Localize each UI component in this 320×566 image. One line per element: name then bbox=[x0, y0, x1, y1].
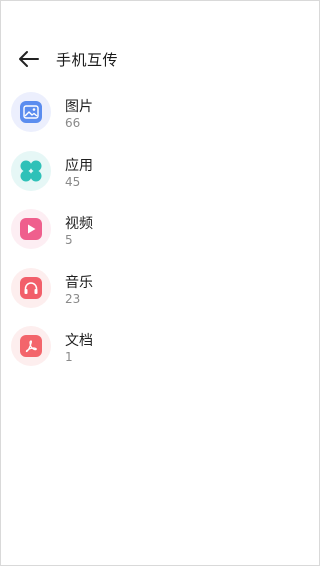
category-label: 音乐 bbox=[65, 274, 93, 291]
category-label: 图片 bbox=[65, 99, 93, 115]
play-icon bbox=[20, 218, 42, 240]
category-label: 视频 bbox=[65, 216, 93, 232]
category-count: 1 bbox=[65, 350, 73, 364]
icon-background bbox=[11, 209, 51, 249]
category-count: 66 bbox=[65, 116, 81, 130]
image-icon bbox=[20, 101, 42, 123]
category-list: 图片 66 应用 45 视频 5 音乐 23 文档 1 bbox=[1, 88, 319, 381]
pdf-icon bbox=[20, 335, 42, 357]
page-title: 手机互传 bbox=[56, 51, 119, 69]
category-label: 应用 bbox=[65, 157, 93, 174]
category-label: 文档 bbox=[65, 333, 93, 349]
category-item-videos[interactable]: 视频 5 bbox=[1, 205, 319, 264]
phone-screen: 手机互传 图片 66 应用 45 视频 5 音乐 23 文档 1 bbox=[0, 0, 320, 566]
icon-background bbox=[11, 326, 51, 366]
icon-background bbox=[11, 267, 51, 308]
category-item-images[interactable]: 图片 66 bbox=[1, 88, 319, 147]
headphones-icon bbox=[20, 276, 42, 299]
icon-background bbox=[11, 92, 51, 132]
icon-background bbox=[11, 150, 51, 191]
category-count: 23 bbox=[65, 291, 81, 306]
category-item-apps[interactable]: 应用 45 bbox=[1, 147, 319, 206]
category-item-documents[interactable]: 文档 1 bbox=[1, 322, 319, 381]
back-arrow-icon bbox=[19, 51, 39, 67]
header-bar: 手机互传 bbox=[1, 43, 319, 75]
category-item-music[interactable]: 音乐 23 bbox=[1, 264, 319, 323]
category-count: 5 bbox=[65, 233, 73, 247]
category-count: 45 bbox=[65, 174, 81, 189]
back-button[interactable] bbox=[15, 47, 43, 71]
app-grid-icon bbox=[20, 160, 42, 181]
